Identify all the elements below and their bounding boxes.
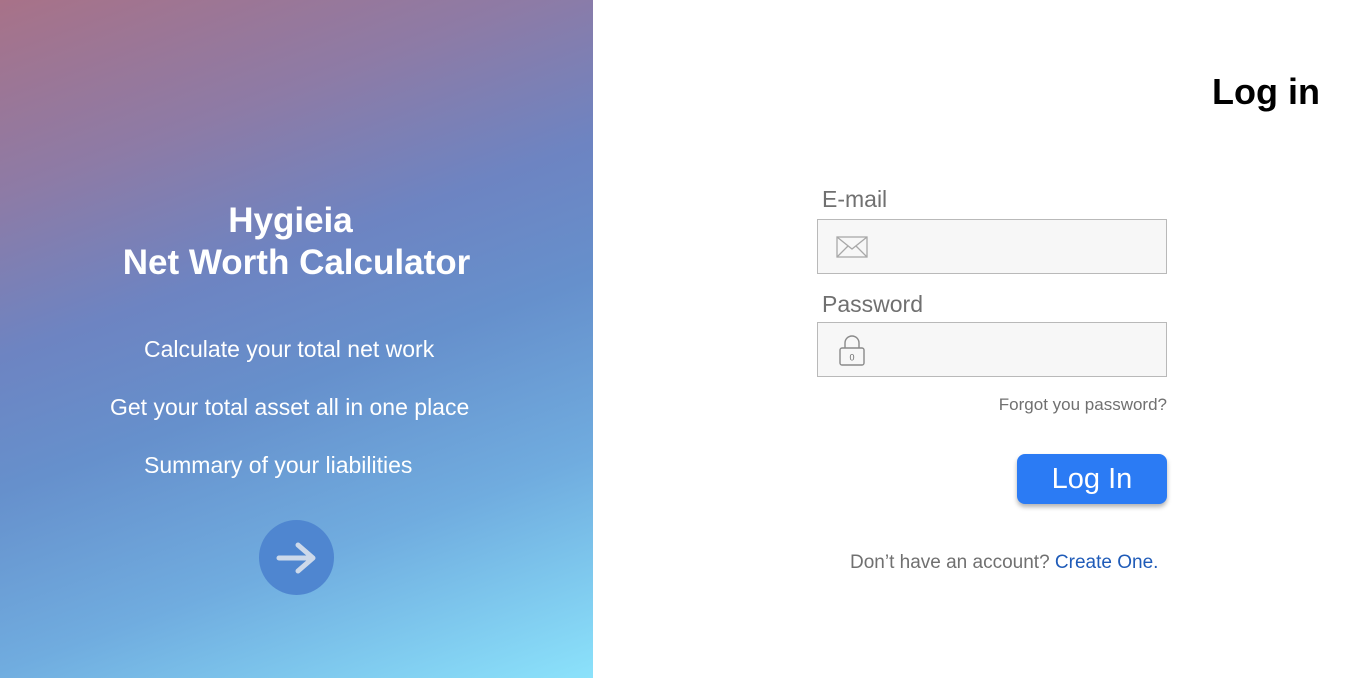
email-input[interactable] xyxy=(884,220,1154,273)
login-button[interactable]: Log In xyxy=(1017,454,1167,504)
arrow-right-icon xyxy=(276,542,315,573)
app-subtitle: Net Worth Calculator xyxy=(122,243,471,282)
envelope-icon xyxy=(836,236,868,258)
padlock-icon: 0 xyxy=(839,335,865,366)
signup-prompt-text: Don’t have an account? xyxy=(850,552,1050,573)
email-label: E-mail xyxy=(822,186,888,212)
feature-text: Get your total asset all in one place xyxy=(110,394,470,420)
app-name: Hygieia xyxy=(228,201,353,240)
forgot-password-link[interactable]: Forgot you password? xyxy=(999,395,1167,415)
svg-text:0: 0 xyxy=(849,353,854,363)
password-label: Password xyxy=(822,291,923,317)
login-page: Hygieia Net Worth Calculator Calculate y… xyxy=(0,0,1366,678)
app-title: Hygieia Net Worth Calculator xyxy=(0,200,593,284)
email-field[interactable] xyxy=(817,219,1167,274)
feature-text: Summary of your liabilities xyxy=(144,452,413,478)
password-field[interactable]: 0 xyxy=(817,322,1167,377)
next-button[interactable] xyxy=(259,520,334,595)
signup-prompt: Don’t have an account? Create One. xyxy=(850,551,1158,575)
password-input[interactable] xyxy=(884,323,1154,376)
feature-text: Calculate your total net work xyxy=(144,336,435,362)
page-title: Log in xyxy=(1212,71,1320,112)
create-account-link[interactable]: Create One. xyxy=(1055,552,1159,573)
hero-panel: Hygieia Net Worth Calculator Calculate y… xyxy=(0,0,593,678)
